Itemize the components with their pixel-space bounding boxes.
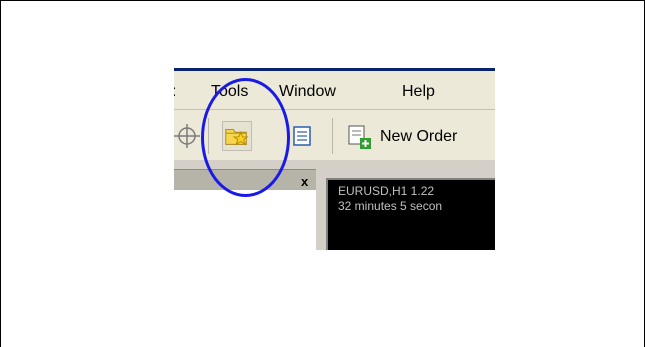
toolbar-separator	[332, 118, 333, 154]
highlight-circle	[201, 78, 290, 197]
navigator-panel-body	[174, 191, 316, 250]
close-icon[interactable]: x	[301, 174, 308, 189]
new-order-icon	[348, 125, 371, 149]
crosshair-button[interactable]	[174, 121, 204, 151]
chart-window[interactable]: EURUSD,H1 1.22 32 minutes 5 secon	[326, 178, 495, 250]
list-view-icon	[293, 126, 311, 146]
crosshair-icon	[174, 124, 200, 148]
chart-symbol-label: EURUSD,H1 1.22	[338, 184, 435, 198]
chart-timer-label: 32 minutes 5 secon	[338, 199, 443, 213]
menu-item-file-fragment[interactable]: :	[174, 83, 176, 101]
menu-help[interactable]: Help	[402, 83, 435, 101]
new-order-label: New Order	[380, 128, 458, 145]
menu-window[interactable]: Window	[279, 83, 336, 101]
list-button[interactable]	[288, 121, 318, 151]
